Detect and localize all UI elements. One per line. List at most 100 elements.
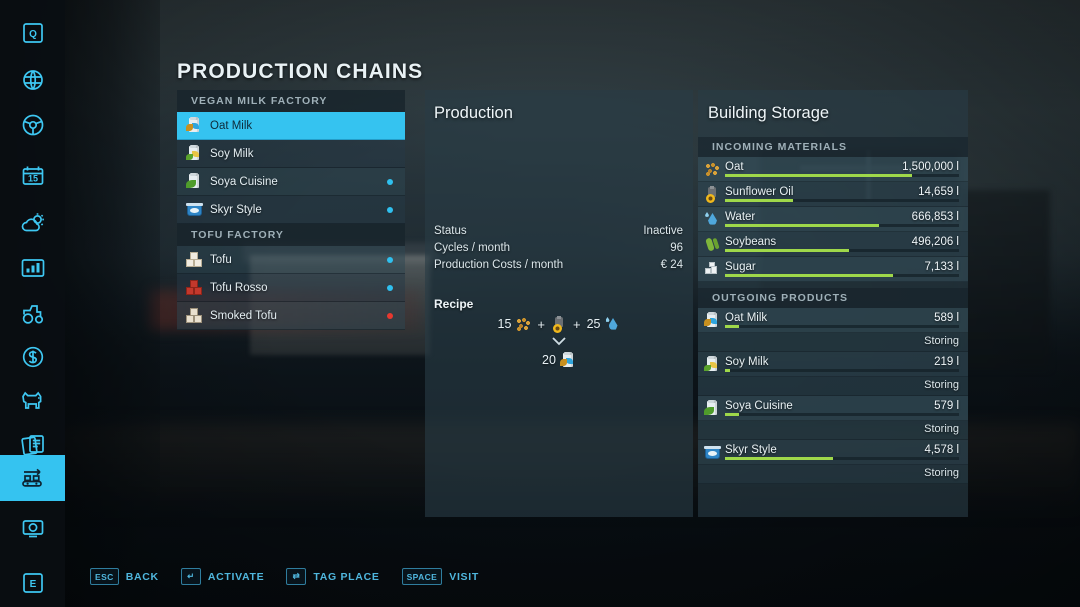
sidebar-item-calendar[interactable]: 15 [0,153,65,199]
chain-list-item-tofu-rosso[interactable]: Tofu Rosso [177,274,405,302]
production-row-costs-value: € 24 [660,259,683,271]
storage-fill-bar-value [725,369,730,372]
storage-sections: INCOMING MATERIALS Oat 1,500,000 l Sunflowe… [698,137,968,484]
skyr-style-icon [186,201,203,218]
building-storage-panel: Building Storage INCOMING MATERIALS Oat 1,… [698,90,968,517]
sidebar-item-quests[interactable]: Q [0,10,65,56]
water-icon [605,316,621,332]
storage-fill-bar-value [725,274,894,277]
building-storage-title: Building Storage [708,104,830,122]
oat-milk-icon [559,352,576,368]
sunflower-oil-icon [551,316,567,333]
storage-fill-bar [725,199,959,202]
storage-fill-bar-value [725,325,740,328]
sidebar-item-map-globe[interactable] [0,57,65,103]
recipe-output-amount: 20 [542,353,556,367]
help-bar: ESC BACK ↵ ACTIVATE ⇄ TAG PLACE SPACE VISIT [90,568,479,585]
storage-row-value: 4,578 l [924,444,959,456]
chain-list-item-label: Oat Milk [210,119,253,132]
sidebar-item-tractor[interactable] [0,291,65,337]
help-item-tag-place[interactable]: ⇄ TAG PLACE [286,568,379,585]
status-indicator-dot [387,312,393,319]
svg-text:Q: Q [29,29,37,40]
sidebar-item-settings[interactable]: E [0,560,65,606]
storage-row-name: Soy Milk [725,356,769,368]
storage-section-header: OUTGOING PRODUCTS [698,288,968,308]
storage-fill-bar-value [725,224,880,227]
storage-row-value: 579 l [934,400,959,412]
water-icon [704,211,721,228]
production-panel: Production Status Inactive Cycles / mont… [425,90,693,517]
keycap: ↵ [180,568,201,585]
storage-row-value: 1,500,000 l [902,161,959,173]
storage-row-value: 666,853 l [911,211,959,223]
storage-row: Sugar 7,133 l [698,257,968,282]
page-title: PRODUCTION CHAINS [177,60,424,83]
sidebar-item-finances[interactable] [0,334,65,380]
chain-list-item-smoked-tofu[interactable]: Smoked Tofu [177,302,405,330]
storage-row-name: Sugar [725,261,756,273]
help-item-visit[interactable]: SPACE VISIT [401,568,479,585]
storage-row-status: Storing [698,377,968,396]
sidebar-item-production-chains[interactable] [0,455,65,501]
oat-icon [515,316,532,332]
storage-row-value: 14,659 l [918,186,959,198]
storage-row: Oat 1,500,000 l [698,157,968,182]
storage-fill-bar-value [725,413,740,416]
storage-row-name: Water [725,211,756,223]
storage-row-status-label: Storing [924,335,959,347]
storage-row-value: 7,133 l [924,261,959,273]
chain-list-item-soy-milk[interactable]: Soy Milk [177,140,405,168]
keycap: SPACE [401,568,443,585]
storage-row-name: Soybeans [725,236,777,248]
production-row-cycles-value: 96 [670,242,683,254]
chain-list-item-oat-milk[interactable]: Oat Milk [177,112,405,140]
help-label: TAG PLACE [313,570,380,583]
production-row-status: Status Inactive [434,225,683,237]
status-indicator-dot [387,178,393,185]
storage-row-status: Storing [698,421,968,440]
status-indicator-dot [387,284,393,291]
production-row-costs: Production Costs / month € 24 [434,259,683,271]
soya-cuisine-icon [704,400,721,417]
tractor-icon [22,305,43,324]
chain-list-item-skyr-style[interactable]: Skyr Style [177,196,405,224]
smoked-tofu-icon [186,307,203,324]
storage-row: Sunflower Oil 14,659 l [698,182,968,207]
storage-fill-bar [725,249,959,252]
sidebar-item-weather[interactable] [0,201,65,247]
oat-icon [704,161,721,178]
sidebar-item-radio[interactable] [0,505,65,551]
storage-fill-bar-value [725,249,850,252]
storage-section-header: INCOMING MATERIALS [698,137,968,157]
storage-fill-bar [725,369,959,372]
statistics-icon [21,259,44,277]
storage-row-name: Oat [725,161,744,173]
help-item-back[interactable]: ESC BACK [90,568,159,585]
soy-milk-icon [704,356,721,373]
steering-wheel-icon [22,114,43,136]
production-row-status-value: Inactive [643,225,683,237]
help-item-activate[interactable]: ↵ ACTIVATE [180,568,265,585]
production-chain-list[interactable]: VEGAN MILK FACTORY Oat Milk Soy Milk Soya C… [177,90,405,330]
storage-row-name: Skyr Style [725,444,777,456]
storage-row: Oat Milk 589 l [698,308,968,333]
sidebar-item-statistics[interactable] [0,245,65,291]
radio-icon [22,520,43,538]
recipe-inputs: 15 + +25 [425,316,693,333]
help-label: ACTIVATE [207,570,265,583]
animals-icon [21,391,41,409]
storage-row: Skyr Style 4,578 l [698,440,968,465]
chain-list-item-label: Tofu [210,253,232,266]
chain-list-item-soya-cuisine[interactable]: Soya Cuisine [177,168,405,196]
settings-icon: E [22,573,43,593]
help-label: VISIT [449,570,479,583]
status-indicator-dot [387,206,393,213]
sidebar-item-animals[interactable] [0,377,65,423]
storage-fill-bar [725,457,959,460]
sidebar-item-steering-wheel[interactable] [0,102,65,148]
chain-list-item-tofu[interactable]: Tofu [177,246,405,274]
chain-list-item-label: Soya Cuisine [210,175,278,188]
storage-row-name: Oat Milk [725,312,768,324]
weather-icon [21,213,44,232]
